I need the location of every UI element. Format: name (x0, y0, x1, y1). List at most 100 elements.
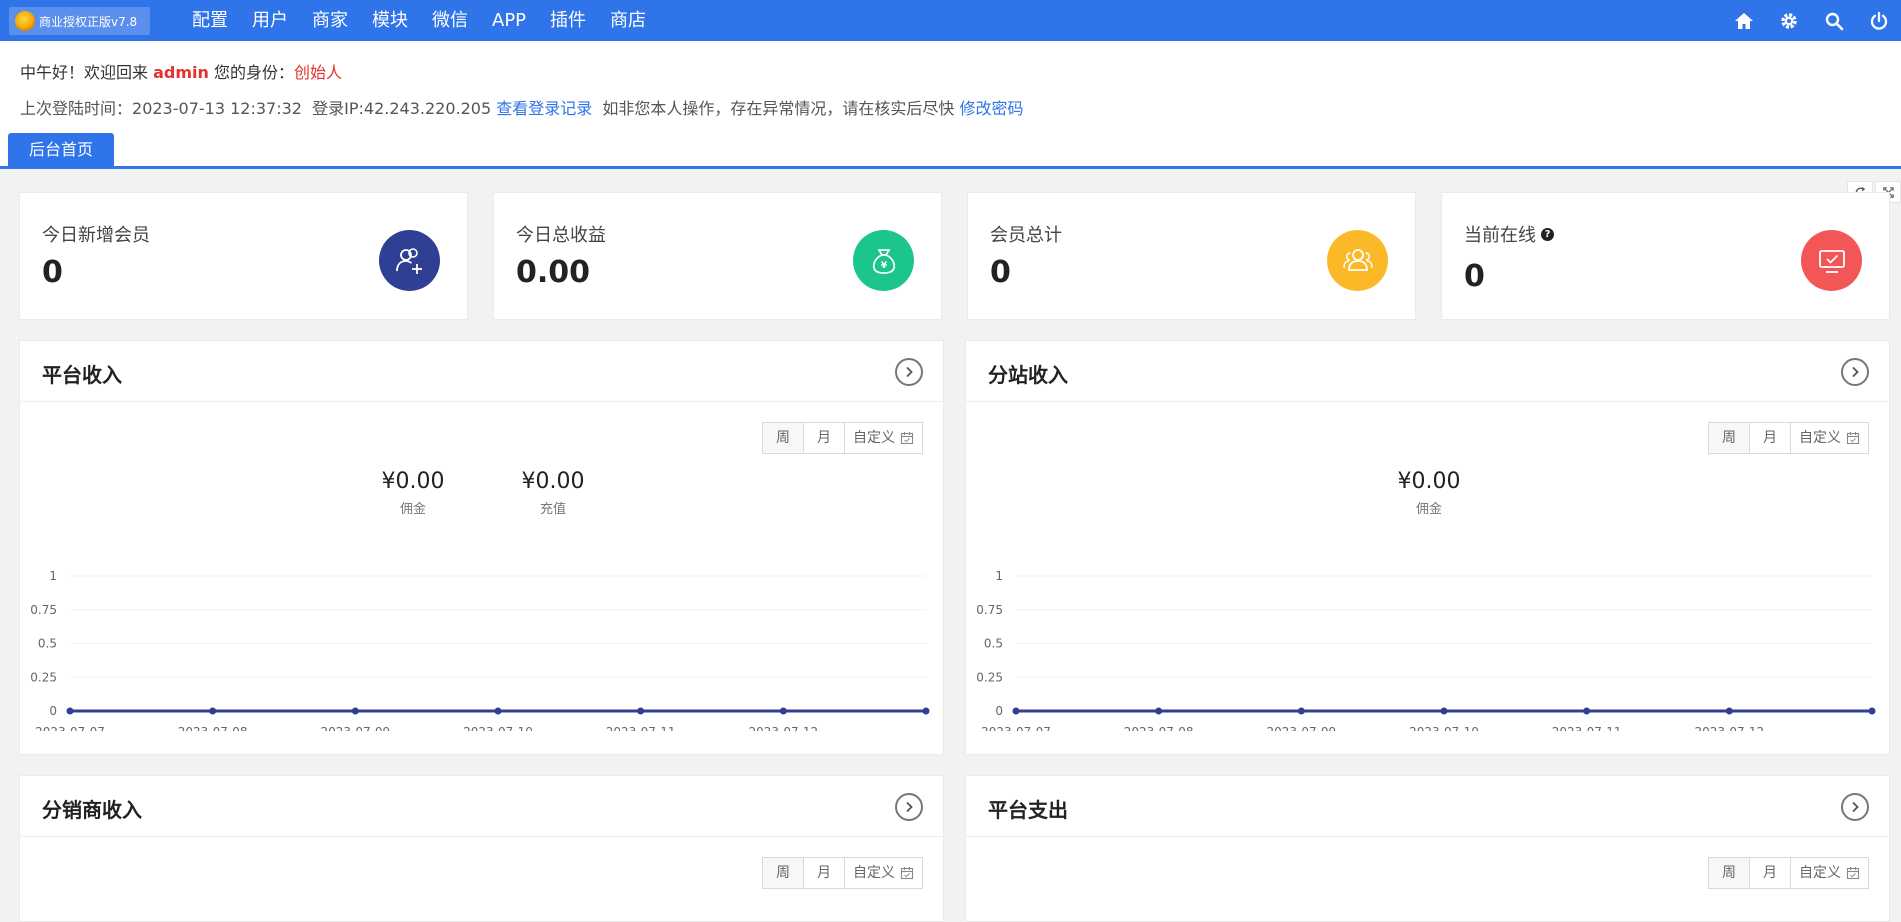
stat-label-text: 当前在线 (1464, 225, 1536, 246)
period-month-button[interactable]: 月 (804, 423, 845, 453)
x-tick-label: 2023-07-09 (320, 725, 390, 731)
stat-label: 当前在线 ? (1464, 221, 1554, 247)
panel-header: 平台收入 (20, 341, 943, 402)
logo-icon (15, 11, 35, 31)
identity-value: 创始人 (294, 63, 343, 82)
monitor-check-icon (1801, 230, 1862, 291)
nav-item-config[interactable]: 配置 (180, 0, 240, 41)
period-custom-label: 自定义 (1799, 430, 1841, 446)
username: admin (153, 63, 209, 82)
home-icon[interactable] (1721, 0, 1766, 41)
change-password-link[interactable]: 修改密码 (960, 99, 1024, 118)
nav-item-plugins[interactable]: 插件 (538, 0, 598, 41)
period-selector: 周 月 自定义 (762, 857, 923, 889)
x-tick-label: 2023-07-08 (1124, 725, 1194, 731)
chevron-right-icon[interactable] (1841, 358, 1869, 386)
summary-label: 充值 (539, 502, 566, 517)
last-login-line: 上次登陆时间：2023-07-13 12:37:32 登录IP:42.243.2… (20, 95, 1024, 119)
stat-label: 会员总计 (990, 225, 1062, 246)
y-tick-label: 0.5 (38, 637, 57, 651)
app-logo[interactable]: 商业授权正版v7.8 (9, 7, 150, 35)
panel-header: 分站收入 (966, 341, 1889, 402)
chevron-right-icon[interactable] (895, 358, 923, 386)
data-point (1012, 707, 1020, 715)
y-tick-label: 0.75 (30, 603, 57, 617)
view-login-log-link[interactable]: 查看登录记录 (496, 99, 592, 118)
stat-value: 0 (42, 255, 63, 290)
gear-icon[interactable] (1766, 0, 1811, 41)
svg-text:¥: ¥ (880, 261, 887, 271)
nav-item-merchants[interactable]: 商家 (300, 0, 360, 41)
tab-underline (0, 166, 1901, 169)
y-tick-label: 0.5 (984, 637, 1003, 651)
nav-item-store[interactable]: 商店 (598, 0, 658, 41)
y-tick-label: 0.75 (976, 603, 1003, 617)
stat-value: 0 (990, 255, 1011, 290)
nav-item-app[interactable]: APP (480, 0, 538, 41)
period-custom-label: 自定义 (1799, 865, 1841, 881)
stat-label: 今日新增会员 (42, 225, 150, 246)
period-week-button[interactable]: 周 (1709, 858, 1750, 888)
income-line-chart: 1 0.75 0.5 0.25 0 2023-07-07 2023-07-08 2023-07… (976, 569, 1876, 731)
nav-item-wechat[interactable]: 微信 (420, 0, 480, 41)
panel-title: 平台支出 (988, 798, 1068, 822)
period-custom-button[interactable]: 自定义 (845, 423, 922, 453)
period-week-button[interactable]: 周 (763, 423, 804, 453)
data-point (1297, 707, 1305, 715)
x-tick-label: 2023-07-11 (606, 725, 676, 731)
x-tick-label: 2023-07-07 (35, 725, 105, 731)
power-icon[interactable] (1856, 0, 1901, 41)
last-login-label: 上次登陆时间： (20, 99, 133, 118)
panel-platform-expense: 平台支出 周 月 自定义 (965, 775, 1890, 922)
panel-header: 平台支出 (966, 776, 1889, 837)
period-selector: 周 月 自定义 (762, 422, 923, 454)
summary-commission: ¥0.00 佣金 (1374, 469, 1484, 517)
period-custom-button[interactable]: 自定义 (1791, 423, 1868, 453)
calendar-icon (900, 432, 914, 445)
summary-commission: ¥0.00 佣金 (358, 469, 468, 517)
panel-title: 分站收入 (988, 363, 1068, 387)
search-icon[interactable] (1811, 0, 1856, 41)
x-tick-label: 2023-07-12 (1694, 725, 1764, 731)
stat-card-online-now: 当前在线 ? 0 (1441, 192, 1890, 320)
nav-item-users[interactable]: 用户 (240, 0, 300, 41)
security-warning: 如非您本人操作，存在异常情况，请在核实后尽快 (602, 99, 955, 118)
summary-value: ¥0.00 (521, 469, 585, 494)
period-week-button[interactable]: 周 (1709, 423, 1750, 453)
main-nav: 配置 用户 商家 模块 微信 APP 插件 商店 (180, 0, 658, 41)
x-tick-label: 2023-07-08 (178, 725, 248, 731)
y-tick-label: 1 (995, 569, 1003, 583)
chevron-right-icon[interactable] (895, 793, 923, 821)
y-tick-label: 0 (49, 704, 57, 718)
period-month-button[interactable]: 月 (1750, 858, 1791, 888)
period-custom-label: 自定义 (853, 865, 895, 881)
period-month-button[interactable]: 月 (1750, 423, 1791, 453)
data-point (1583, 707, 1591, 715)
identity-label: 您的身份： (214, 63, 295, 82)
tab-dashboard-home[interactable]: 后台首页 (8, 133, 114, 167)
login-ip: 42.243.220.205 (363, 99, 492, 118)
nav-item-modules[interactable]: 模块 (360, 0, 420, 41)
period-custom-button[interactable]: 自定义 (1791, 858, 1868, 888)
top-navbar: 商业授权正版v7.8 配置 用户 商家 模块 微信 APP 插件 商店 (0, 0, 1901, 41)
welcome-section: 中午好！欢迎回来 admin 您的身份：创始人 上次登陆时间：2023-07-1… (0, 41, 1901, 169)
panel-header: 分销商收入 (20, 776, 943, 837)
data-point (66, 707, 74, 715)
money-bag-icon: ¥ (853, 230, 914, 291)
period-week-button[interactable]: 周 (763, 858, 804, 888)
greeting-line: 中午好！欢迎回来 admin 您的身份：创始人 (20, 59, 342, 83)
period-month-button[interactable]: 月 (804, 858, 845, 888)
x-tick-label: 2023-07-12 (748, 725, 818, 731)
x-tick-label: 2023-07-11 (1552, 725, 1622, 731)
panel-substation-income: 分站收入 周 月 自定义 ¥0.00 佣金 1 0.75 0.5 0.25 0 2023-… (965, 340, 1890, 755)
x-tick-label: 2023-07-07 (981, 725, 1051, 731)
data-point (637, 707, 645, 715)
income-line-chart: 1 0.75 0.5 0.25 0 2023-07-07 2023-07-08 2023-07… (30, 569, 930, 731)
period-custom-button[interactable]: 自定义 (845, 858, 922, 888)
y-tick-label: 0 (995, 704, 1003, 718)
help-icon[interactable]: ? (1541, 227, 1554, 241)
summary-value: ¥0.00 (381, 469, 445, 494)
data-point (1868, 707, 1876, 715)
chevron-right-icon[interactable] (1841, 793, 1869, 821)
stat-card-today-revenue: 今日总收益 0.00 ¥ (493, 192, 942, 320)
